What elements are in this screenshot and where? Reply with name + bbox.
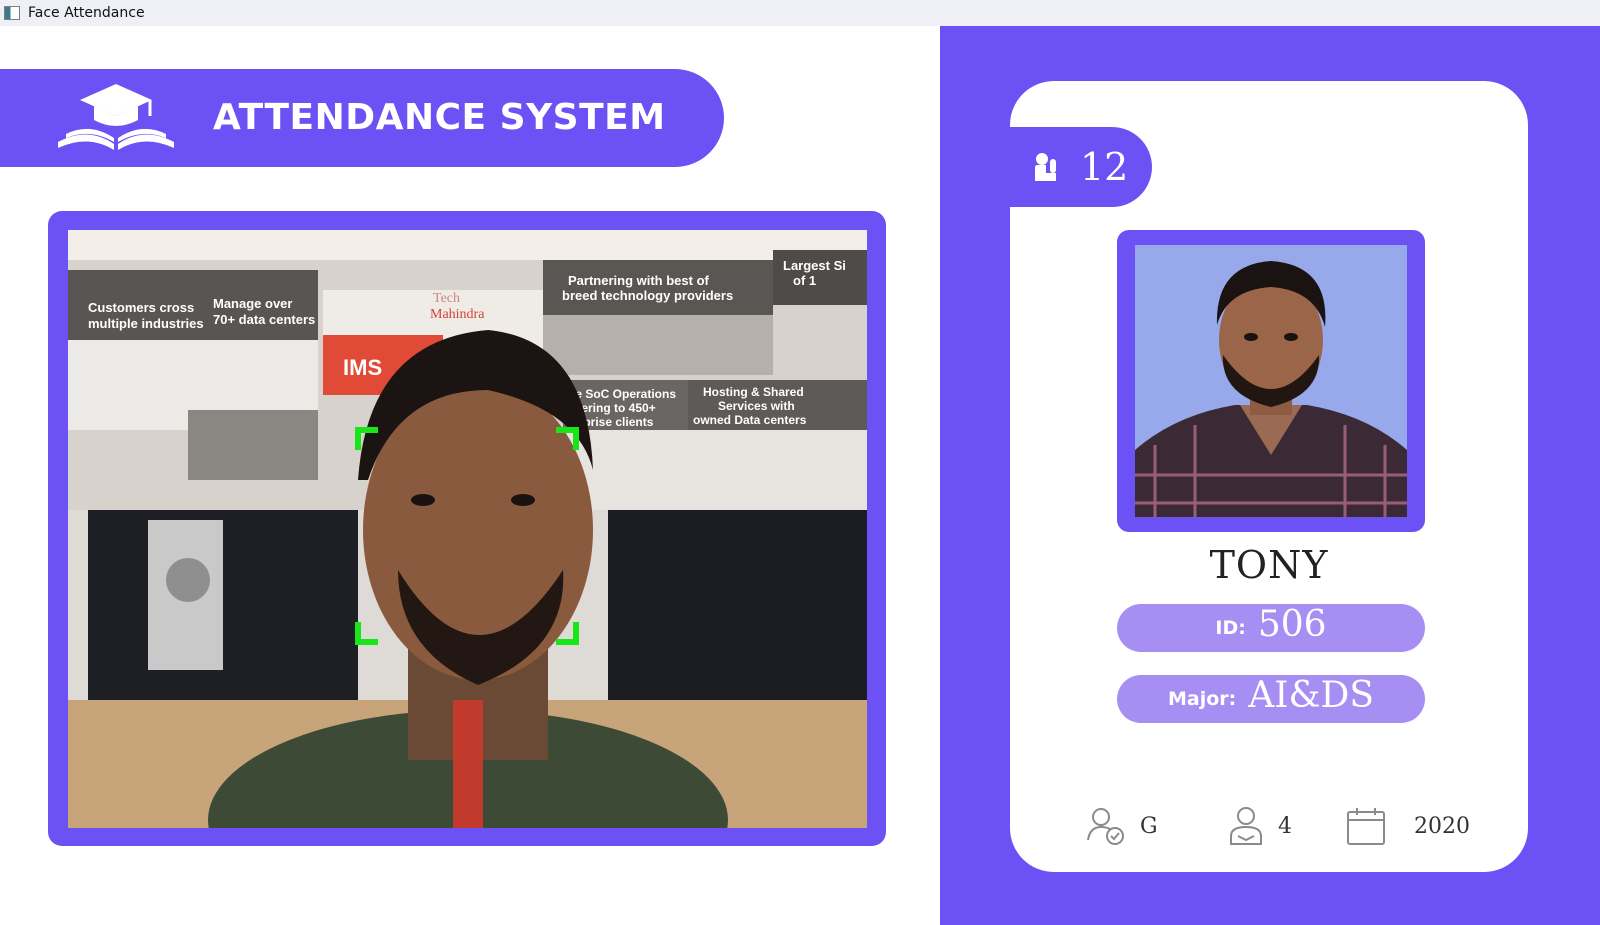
window-title: Face Attendance: [28, 5, 145, 21]
student-info-panel: 12 TONY ID: 506 Major: AI&DS G 4 2020: [940, 26, 1600, 925]
window-titlebar: Face Attendance: [0, 0, 1600, 26]
svg-text:Hosting & Shared: Hosting & Shared: [703, 385, 804, 399]
svg-text:Mahindra: Mahindra: [430, 307, 485, 322]
app-title: ATTENDANCE SYSTEM: [213, 97, 666, 138]
starting-year-value: 2020: [1414, 813, 1470, 839]
starting-year-stat: 2020: [1346, 806, 1470, 846]
camera-frame: Customers cross multiple industries Mana…: [48, 211, 886, 846]
id-label: ID:: [1215, 617, 1246, 639]
app-window-icon: [4, 6, 20, 20]
svg-text:owned Data centers: owned Data centers: [693, 413, 807, 427]
student-photo-frame: [1117, 230, 1425, 532]
calendar-icon: [1347, 808, 1385, 845]
webcam-image: Customers cross multiple industries Mana…: [68, 230, 867, 828]
svg-text:Largest Si: Largest Si: [783, 258, 846, 273]
graduation-cap-book-icon: [58, 84, 174, 150]
major-label: Major:: [1167, 688, 1237, 710]
year-value: 4: [1278, 813, 1292, 839]
svg-text:70+ data centers: 70+ data centers: [213, 312, 315, 327]
standing-value: G: [1140, 813, 1158, 839]
webcam-feed: Customers cross multiple industries Mana…: [68, 230, 867, 828]
svg-text:multiple industries: multiple industries: [88, 316, 204, 331]
svg-text:Customers cross: Customers cross: [88, 300, 194, 315]
student-name: TONY: [1209, 543, 1329, 587]
user-check-icon: [1087, 808, 1124, 845]
standing-stat: G: [1086, 806, 1158, 846]
app-canvas: ATTENDANCE SYSTEM Customers cross multip…: [0, 26, 1600, 925]
svg-text:Partnering with best of: Partnering with best of: [568, 273, 710, 288]
student-major-pill: Major: AI&DS: [1117, 675, 1425, 723]
student-icon: [1230, 807, 1262, 845]
svg-text:Manage over: Manage over: [213, 296, 292, 311]
svg-text:Tech: Tech: [433, 291, 460, 306]
svg-text:of 1: of 1: [793, 273, 816, 288]
student-card: 12 TONY ID: 506 Major: AI&DS G 4 2020: [1010, 81, 1528, 872]
svg-text:IMS: IMS: [343, 355, 382, 380]
attendance-count: 12: [1080, 145, 1129, 189]
year-stat: 4: [1228, 806, 1292, 846]
id-value: 506: [1257, 603, 1327, 645]
svg-text:ge SoC Operations: ge SoC Operations: [568, 387, 676, 401]
student-id-pill: ID: 506: [1117, 604, 1425, 652]
header-banner: ATTENDANCE SYSTEM: [0, 69, 724, 167]
svg-text:Services with: Services with: [718, 399, 795, 413]
attendance-count-badge: 12: [1010, 127, 1152, 207]
student-photo: [1135, 245, 1407, 517]
major-value: AI&DS: [1248, 674, 1375, 716]
svg-text:breed technology providers: breed technology providers: [562, 288, 733, 303]
raised-hand-person-icon: [1035, 153, 1056, 181]
